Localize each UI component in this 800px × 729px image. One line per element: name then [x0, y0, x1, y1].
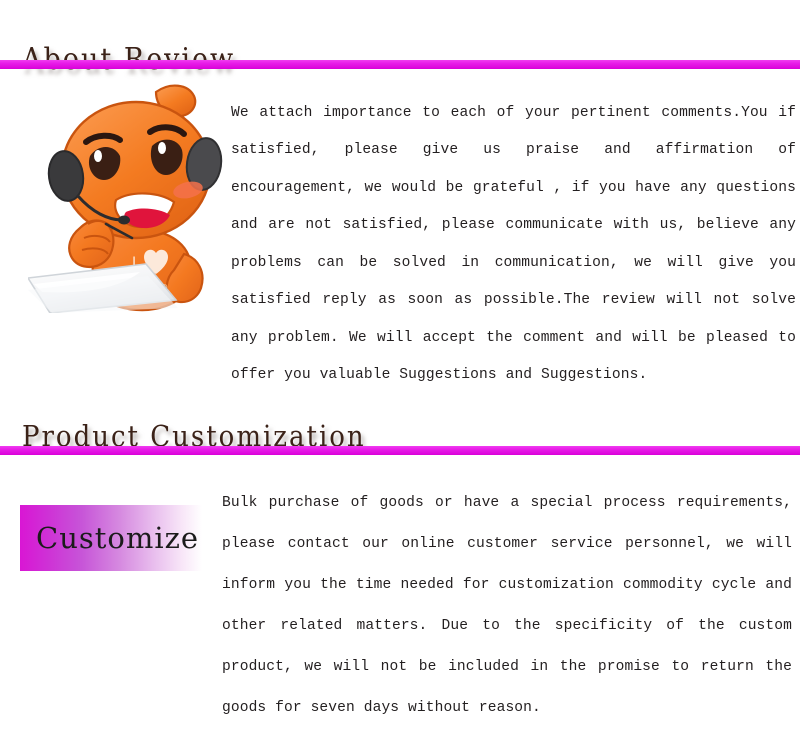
about-review-body-text: We attach importance to each of your per…	[231, 104, 796, 384]
customer-service-mascot-illustration: I oao	[26, 78, 228, 314]
mascot-head	[47, 84, 223, 240]
section-divider-middle	[0, 446, 800, 455]
section-divider-top	[0, 60, 800, 69]
customize-badge-label: Customize	[36, 521, 200, 555]
product-customization-body-text: Bulk purchase of goods or have a special…	[222, 494, 792, 716]
customize-badge: Customize	[20, 505, 202, 571]
